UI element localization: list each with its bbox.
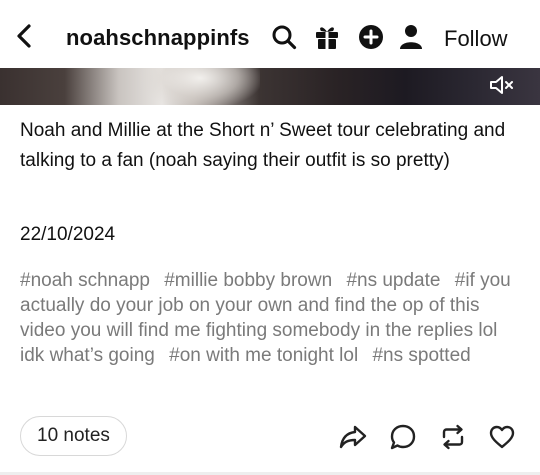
search-icon (272, 25, 297, 50)
like-button[interactable] (487, 422, 517, 452)
profile-button[interactable] (396, 22, 426, 52)
back-arrow-icon (17, 24, 31, 48)
reblog-icon (442, 424, 464, 450)
reply-button[interactable] (388, 422, 418, 452)
tag-link[interactable]: #ns update (346, 270, 440, 291)
video-player[interactable] (0, 68, 540, 105)
gift-button[interactable] (312, 22, 342, 52)
post-header: noahschnappinfs Follow (0, 0, 540, 68)
gift-icon (316, 27, 338, 49)
tag-link[interactable]: #noah schnapp (20, 270, 150, 291)
post-tags: #noah schnapp #millie bobby brown #ns up… (20, 268, 525, 368)
share-button[interactable] (338, 422, 368, 452)
reblog-button[interactable] (438, 422, 468, 452)
notes-button[interactable]: 10 notes (20, 416, 127, 456)
tag-link[interactable]: #on with me tonight lol (169, 345, 358, 366)
mute-button[interactable] (488, 74, 516, 96)
post-date: 22/10/2024 (20, 224, 116, 245)
add-button[interactable] (356, 22, 386, 52)
blog-name[interactable]: noahschnappinfs (66, 25, 250, 51)
tag-link[interactable]: #ns spotted (372, 345, 470, 366)
share-icon (339, 425, 367, 449)
follow-button[interactable]: Follow (444, 26, 508, 52)
tag-link[interactable]: #millie bobby brown (164, 270, 332, 291)
person-icon (400, 25, 422, 49)
back-button[interactable] (10, 22, 38, 50)
volume-muted-icon (490, 76, 513, 94)
video-frame (140, 68, 260, 105)
add-circle-icon (359, 25, 383, 49)
reply-icon (390, 424, 416, 450)
search-button[interactable] (269, 22, 299, 52)
post-caption: Noah and Millie at the Short n’ Sweet to… (20, 120, 506, 171)
like-icon (489, 425, 515, 449)
